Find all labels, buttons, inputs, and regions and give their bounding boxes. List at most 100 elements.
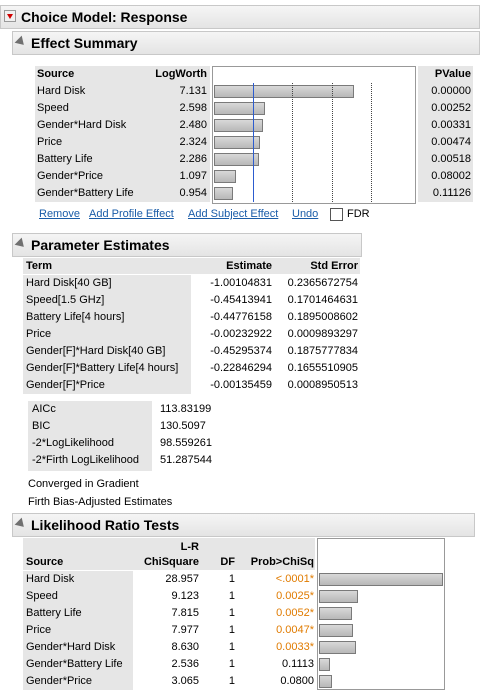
lr-chisquare: 8.630 bbox=[171, 641, 199, 653]
param-estimate: -1.00104831 bbox=[210, 277, 272, 289]
col-header-logworth[interactable]: LogWorth bbox=[135, 68, 207, 80]
effect-pvalue: 0.00518 bbox=[431, 153, 471, 165]
chisquare-bar bbox=[319, 624, 354, 637]
report-title-bar: Choice Model: Response bbox=[0, 5, 480, 29]
fit-stat-label: -2*Firth LogLikelihood bbox=[32, 454, 140, 466]
effect-source: Price bbox=[37, 136, 63, 148]
chisquare-bar bbox=[319, 607, 353, 620]
effect-logworth: 0.954 bbox=[179, 187, 207, 199]
col-header-std-error[interactable]: Std Error bbox=[281, 260, 358, 272]
effect-summary-header[interactable]: Effect Summary bbox=[12, 31, 480, 55]
col-header-df[interactable]: DF bbox=[203, 556, 235, 568]
add-subject-effect-link[interactable]: Add Subject Effect bbox=[188, 208, 278, 220]
chisquare-bar bbox=[319, 658, 330, 671]
lr-prob: 0.0052* bbox=[276, 607, 314, 619]
logworth-gridline bbox=[292, 83, 294, 202]
effect-pvalue: 0.08002 bbox=[431, 170, 471, 182]
param-std-error: 0.1655510905 bbox=[287, 362, 358, 374]
col-header-prob[interactable]: Prob>ChiSq bbox=[238, 556, 314, 568]
effect-logworth: 7.131 bbox=[179, 85, 207, 97]
disclosure-triangle-icon[interactable] bbox=[14, 35, 28, 49]
logworth-reference-line bbox=[253, 83, 255, 202]
param-std-error: 0.1895008602 bbox=[287, 311, 358, 323]
param-std-error: 0.1875777834 bbox=[287, 345, 358, 357]
param-estimate: -0.00135459 bbox=[210, 379, 272, 391]
parameter-estimates-header[interactable]: Parameter Estimates bbox=[12, 233, 362, 257]
fit-statistics-table: AICc 113.83199 BIC 130.5097 -2*LogLikelihood… bbox=[28, 401, 228, 473]
param-term: Gender[F]*Price bbox=[26, 379, 105, 391]
lr-df: 1 bbox=[228, 641, 235, 653]
col-header-chisquare[interactable]: ChiSquare bbox=[133, 556, 199, 568]
red-triangle-menu-icon[interactable] bbox=[4, 10, 16, 22]
col-header-source[interactable]: Source bbox=[37, 68, 74, 80]
effect-summary-title: Effect Summary bbox=[31, 35, 138, 51]
chisquare-bar bbox=[319, 590, 359, 603]
firth-note: Firth Bias-Adjusted Estimates bbox=[28, 496, 173, 508]
lr-df: 1 bbox=[228, 624, 235, 636]
lr-source: Gender*Hard Disk bbox=[26, 641, 116, 653]
effect-pvalue: 0.00000 bbox=[431, 85, 471, 97]
effect-source: Gender*Hard Disk bbox=[37, 119, 127, 131]
param-std-error: 0.2365672754 bbox=[287, 277, 358, 289]
chisquare-bar bbox=[319, 573, 443, 586]
lr-source: Battery Life bbox=[26, 607, 82, 619]
col-header-term[interactable]: Term bbox=[26, 260, 52, 272]
likelihood-ratio-header[interactable]: Likelihood Ratio Tests bbox=[12, 513, 475, 537]
lr-source: Gender*Price bbox=[26, 675, 93, 687]
col-header-estimate[interactable]: Estimate bbox=[193, 260, 272, 272]
fit-stat-value: 113.83199 bbox=[160, 403, 212, 415]
effect-pvalue: 0.00331 bbox=[431, 119, 471, 131]
fit-stat-label: BIC bbox=[32, 420, 51, 432]
lr-chisquare: 7.815 bbox=[171, 607, 199, 619]
param-std-error: 0.1701464631 bbox=[287, 294, 358, 306]
param-estimate: -0.00232922 bbox=[210, 328, 272, 340]
effect-source: Speed bbox=[37, 102, 69, 114]
effect-logworth: 1.097 bbox=[179, 170, 207, 182]
col-header-lr[interactable]: L-R bbox=[133, 541, 199, 553]
param-estimate: -0.22846294 bbox=[210, 362, 272, 374]
effect-source: Gender*Battery Life bbox=[37, 187, 134, 199]
param-std-error: 0.0008950513 bbox=[287, 379, 358, 391]
report-title: Choice Model: Response bbox=[21, 9, 188, 25]
fit-stat-label: -2*LogLikelihood bbox=[32, 437, 114, 449]
add-profile-effect-link[interactable]: Add Profile Effect bbox=[89, 208, 174, 220]
fit-stat-label: AICc bbox=[32, 403, 56, 415]
effect-pvalue: 0.00252 bbox=[431, 102, 471, 114]
effect-pvalue: 0.00474 bbox=[431, 136, 471, 148]
col-header-source[interactable]: Source bbox=[26, 556, 63, 568]
parameter-estimates-table: Term Estimate Std Error Hard Disk[40 GB]… bbox=[23, 258, 363, 394]
fdr-checkbox[interactable] bbox=[330, 208, 343, 221]
lr-source: Hard Disk bbox=[26, 573, 75, 585]
lr-prob: <.0001* bbox=[275, 573, 314, 585]
likelihood-ratio-table: Source L-R ChiSquare DF Prob>ChiSq Hard … bbox=[23, 538, 473, 690]
chisquare-bar bbox=[319, 675, 333, 688]
likelihood-ratio-title: Likelihood Ratio Tests bbox=[31, 517, 180, 533]
parameter-estimates-title: Parameter Estimates bbox=[31, 237, 170, 253]
lr-prob: 0.1113 bbox=[281, 658, 314, 670]
param-estimate: -0.44776158 bbox=[210, 311, 272, 323]
fdr-label: FDR bbox=[347, 208, 370, 220]
fit-stat-value: 130.5097 bbox=[160, 420, 206, 432]
lr-prob: 0.0800 bbox=[280, 675, 314, 687]
fit-stat-value: 98.559261 bbox=[160, 437, 212, 449]
effect-logworth: 2.324 bbox=[179, 136, 207, 148]
undo-link[interactable]: Undo bbox=[292, 208, 318, 220]
param-term: Hard Disk[40 GB] bbox=[26, 277, 112, 289]
effect-source: Hard Disk bbox=[37, 85, 86, 97]
disclosure-triangle-icon[interactable] bbox=[14, 237, 28, 251]
disclosure-triangle-icon[interactable] bbox=[14, 517, 28, 531]
logworth-bar bbox=[214, 187, 233, 200]
param-term: Speed[1.5 GHz] bbox=[26, 294, 105, 306]
logworth-gridline bbox=[331, 83, 333, 202]
param-term: Price bbox=[26, 328, 52, 340]
logworth-bar bbox=[214, 85, 354, 98]
lr-df: 1 bbox=[228, 590, 235, 602]
col-header-pvalue[interactable]: PValue bbox=[418, 68, 471, 80]
remove-link[interactable]: Remove bbox=[39, 208, 80, 220]
logworth-bar bbox=[214, 119, 263, 132]
lr-df: 1 bbox=[228, 607, 235, 619]
effect-source: Battery Life bbox=[37, 153, 93, 165]
effect-logworth: 2.286 bbox=[179, 153, 207, 165]
lr-df: 1 bbox=[228, 573, 235, 585]
param-term: Gender[F]*Battery Life[4 hours] bbox=[26, 362, 179, 374]
